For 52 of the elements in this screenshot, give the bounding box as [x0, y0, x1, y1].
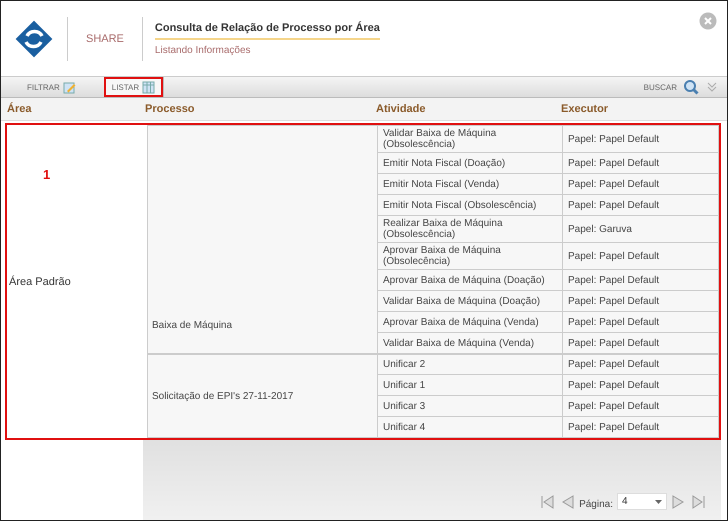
table-cell: Emitir Nota Fiscal (Obsolescência): [377, 195, 563, 216]
table-cell: Papel: Papel Default: [562, 396, 719, 417]
close-icon[interactable]: [699, 12, 717, 30]
pencil-icon: [62, 80, 76, 94]
table-cell: Papel: Papel Default: [562, 333, 719, 354]
table-cell: Papel: Papel Default: [562, 312, 719, 333]
column-header: Atividade: [376, 103, 427, 115]
page-label: Página:: [579, 499, 613, 510]
table-cell: Aprovar Baixa de Máquina (Venda): [377, 312, 563, 333]
table-cell: Validar Baixa de Máquina (Venda): [377, 333, 563, 354]
table-cell: Aprovar Baixa de Máquina (Obsolecência): [377, 243, 563, 270]
column-header: Área: [7, 103, 32, 115]
table-cell: Unificar 2: [377, 354, 563, 375]
callout-number: 1: [43, 167, 50, 182]
table-cell: Emitir Nota Fiscal (Venda): [377, 174, 563, 195]
caret-icon: [655, 500, 662, 504]
page-select[interactable]: 4: [617, 493, 667, 510]
table-cell: Solicitação de EPI's 27-11-2017: [147, 354, 378, 438]
toolbar-tab[interactable]: FILTRAR: [21, 77, 82, 97]
window-subtitle: Listando Informações: [154, 44, 252, 56]
column-header: Executor: [561, 103, 610, 115]
table-cell: Papel: Papel Default: [562, 174, 719, 195]
table-cell: Papel: Papel Default: [562, 125, 719, 153]
search-button[interactable]: BUSCAR: [638, 77, 683, 97]
table-cell: Baixa de Máquina: [147, 125, 378, 354]
column-header: Processo: [145, 103, 196, 115]
table-cell: Área Padrão: [9, 276, 71, 288]
chevron-down-icon[interactable]: [705, 81, 719, 93]
table-cell: Papel: Papel Default: [562, 243, 719, 270]
table-cell: Unificar 3: [377, 396, 563, 417]
table-cell: Papel: Papel Default: [562, 153, 719, 174]
table-cell: Unificar 4: [377, 417, 563, 438]
toolbar-tab[interactable]: LISTAR: [104, 77, 164, 97]
table-icon: [142, 80, 156, 94]
table-cell: Papel: Papel Default: [562, 195, 719, 216]
table-cell: Papel: Papel Default: [562, 291, 719, 312]
table-cell: Papel: Garuva: [562, 216, 719, 243]
table-cell: Emitir Nota Fiscal (Doação): [377, 153, 563, 174]
search-icon[interactable]: [683, 79, 699, 95]
table-cell: Validar Baixa de Máquina (Doação): [377, 291, 563, 312]
last-page-icon[interactable]: [691, 494, 707, 510]
first-page-icon[interactable]: [539, 494, 556, 510]
table-cell: Papel: Papel Default: [562, 354, 719, 375]
table-cell: Papel: Papel Default: [562, 270, 719, 291]
table-cell: Papel: Papel Default: [562, 375, 719, 396]
table-cell: Validar Baixa de Máquina (Obsolescência): [377, 125, 563, 153]
table-cell: Papel: Papel Default: [562, 417, 719, 438]
table-cell: Aprovar Baixa de Máquina (Doação): [377, 270, 563, 291]
window-title: Consulta de Relação de Processo por Área: [154, 22, 380, 40]
brand-name: SHARE: [85, 32, 125, 44]
table-cell: Unificar 1: [377, 375, 563, 396]
table-cell: Realizar Baixa de Máquina (Obsolescência): [377, 216, 563, 243]
